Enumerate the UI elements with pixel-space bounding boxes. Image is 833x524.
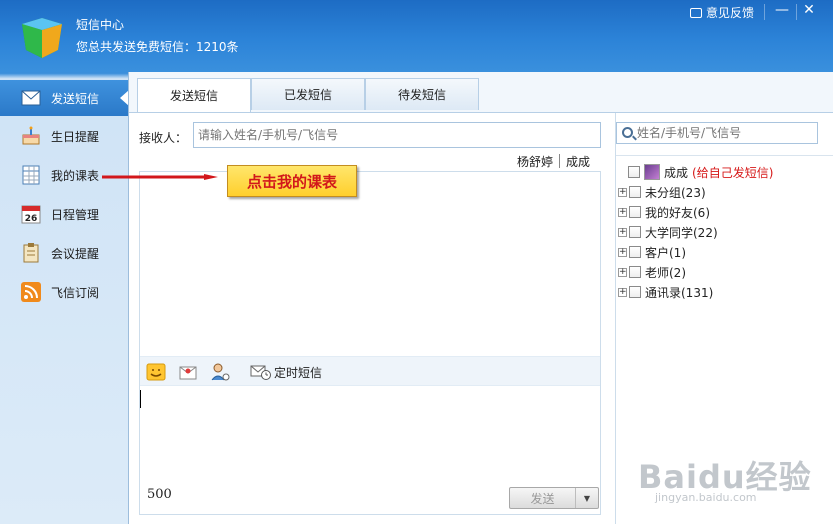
tab-pending-sms[interactable]: 待发短信 xyxy=(365,78,479,110)
checkbox[interactable] xyxy=(629,226,641,238)
minimize-button[interactable]: — xyxy=(770,2,794,18)
group-label: 客户(1) xyxy=(645,245,686,260)
compose-toolbar: 定时短信 xyxy=(140,356,600,386)
title-bar: 短信中心 您总共发送免费短信：1210条 意见反馈 — ✕ xyxy=(0,0,833,72)
contact-search-input[interactable] xyxy=(616,122,818,144)
contact-group[interactable]: + 未分组(23) xyxy=(618,183,706,201)
checkbox[interactable] xyxy=(629,246,641,258)
feedback-button[interactable]: 意见反馈 xyxy=(690,4,754,21)
send-dropdown-icon[interactable]: ▼ xyxy=(576,488,598,508)
contact-group[interactable]: + 大学同学(22) xyxy=(618,223,718,241)
sidebar-item-subscription[interactable]: 飞信订阅 xyxy=(0,274,128,310)
group-label: 老师(2) xyxy=(645,265,686,280)
rss-icon xyxy=(21,282,41,302)
message-area: 定时短信 xyxy=(139,171,601,515)
recipient-chip[interactable]: 成成 xyxy=(566,153,590,170)
contact-group[interactable]: + 老师(2) xyxy=(618,263,686,281)
greeting-card-icon[interactable] xyxy=(178,362,198,382)
divider xyxy=(616,155,833,156)
checkbox[interactable] xyxy=(628,166,640,178)
annotation-callout: 点击我的课表 xyxy=(227,165,357,197)
recipient-chip[interactable]: 杨舒婷 xyxy=(517,153,553,170)
group-label: 大学同学(22) xyxy=(645,225,718,240)
sidebar: 发送短信 生日提醒 我的课表 26 日程管理 会议提醒 飞信订阅 xyxy=(0,78,129,524)
sidebar-item-label: 我的课表 xyxy=(51,168,100,183)
sms-center-window: 短信中心 您总共发送免费短信：1210条 意见反馈 — ✕ 发送短信 生日提醒 … xyxy=(0,0,833,524)
calendar-icon: 26 xyxy=(21,205,41,224)
sidebar-item-label: 会议提醒 xyxy=(51,246,100,261)
sidebar-item-label: 发送短信 xyxy=(51,91,100,106)
svg-text:26: 26 xyxy=(25,214,38,224)
avatar xyxy=(644,164,660,180)
expand-icon[interactable]: + xyxy=(618,227,627,237)
emoticon-icon[interactable] xyxy=(146,362,166,382)
recipient-divider xyxy=(559,154,561,168)
sidebar-item-schedule[interactable]: 26 日程管理 xyxy=(0,196,128,232)
watermark-url: jingyan.baidu.com xyxy=(655,491,757,504)
expand-icon[interactable]: + xyxy=(618,207,627,217)
sidebar-item-label: 飞信订阅 xyxy=(51,285,100,300)
sidebar-item-label: 日程管理 xyxy=(51,207,100,222)
title-separator xyxy=(764,4,765,20)
group-label: 通讯录(131) xyxy=(645,285,714,300)
sidebar-item-birthday[interactable]: 生日提醒 xyxy=(0,118,128,154)
group-label: 我的好友(6) xyxy=(645,205,710,220)
checkbox[interactable] xyxy=(629,286,641,298)
feedback-icon xyxy=(690,7,702,18)
contact-group[interactable]: + 通讯录(131) xyxy=(618,283,713,301)
fetion-logo xyxy=(22,18,62,58)
send-button[interactable]: 发送 ▼ xyxy=(509,487,599,509)
recipient-input[interactable] xyxy=(193,122,601,148)
expand-icon[interactable]: + xyxy=(618,287,627,297)
sidebar-item-label: 生日提醒 xyxy=(51,129,100,144)
group-label: 未分组(23) xyxy=(645,185,706,200)
checkbox[interactable] xyxy=(629,206,641,218)
contact-group[interactable]: + 我的好友(6) xyxy=(618,203,710,221)
expand-icon[interactable]: + xyxy=(618,187,627,197)
contact-self[interactable]: 成成 (给自己发短信) xyxy=(628,163,773,181)
checkbox[interactable] xyxy=(629,266,641,278)
sms-send-icon xyxy=(21,90,41,106)
feedback-label: 意见反馈 xyxy=(706,6,755,20)
recipient-label: 接收人： xyxy=(139,131,188,145)
timed-sms-button[interactable]: 定时短信 xyxy=(250,363,322,381)
timed-sms-label: 定时短信 xyxy=(274,365,323,380)
timed-sms-icon xyxy=(250,365,271,380)
sidebar-item-meeting[interactable]: 会议提醒 xyxy=(0,235,128,271)
tab-send-sms[interactable]: 发送短信 xyxy=(137,78,251,112)
char-count: 500 xyxy=(147,487,172,502)
birthday-cake-icon xyxy=(22,126,40,145)
contact-group[interactable]: + 客户(1) xyxy=(618,243,686,261)
text-caret[interactable] xyxy=(140,390,141,408)
app-title: 短信中心 xyxy=(76,18,125,32)
checkbox[interactable] xyxy=(629,186,641,198)
annotation-arrow xyxy=(102,174,218,180)
recipient-list: 杨舒婷 成成 xyxy=(517,153,590,170)
close-button[interactable]: ✕ xyxy=(797,2,821,18)
expand-icon[interactable]: + xyxy=(618,247,627,257)
expand-icon[interactable]: + xyxy=(618,267,627,277)
timetable-icon xyxy=(22,165,40,185)
sidebar-item-send-sms[interactable]: 发送短信 xyxy=(0,80,129,116)
self-note: (给自己发短信) xyxy=(692,165,774,180)
contact-name: 成成 xyxy=(664,165,689,180)
send-label: 发送 xyxy=(510,488,576,508)
contact-card-icon[interactable] xyxy=(210,362,230,382)
sms-total-count: 您总共发送免费短信：1210条 xyxy=(76,40,239,54)
tab-bar: 发送短信 已发短信 待发短信 xyxy=(137,78,479,112)
clipboard-icon xyxy=(23,243,39,263)
tab-sent-sms[interactable]: 已发短信 xyxy=(251,78,365,110)
search-icon xyxy=(622,127,633,138)
